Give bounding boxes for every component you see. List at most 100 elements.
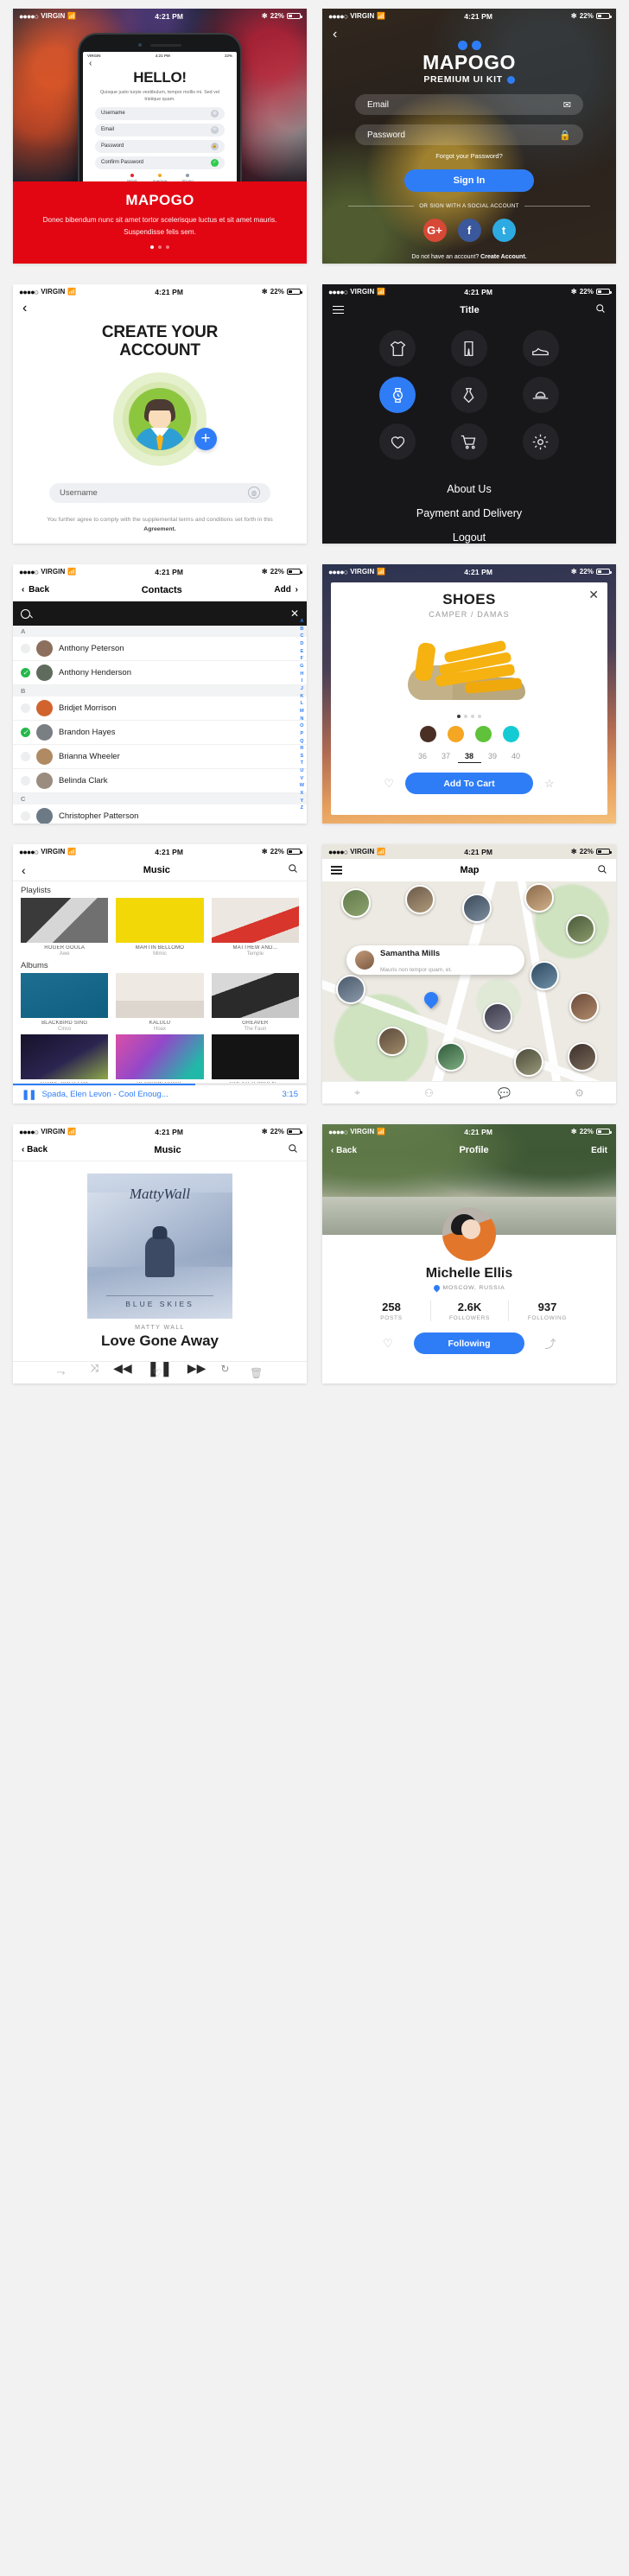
alphabet-index[interactable]: ABCDEFGHIJKLMNOPQRSTUVWXYZ — [300, 618, 304, 812]
tile-hat-icon[interactable] — [522, 377, 559, 413]
alphabet-letter[interactable]: U — [300, 767, 303, 775]
alphabet-letter[interactable]: T — [301, 760, 303, 767]
alphabet-letter[interactable]: O — [300, 722, 303, 730]
list-item[interactable]: Bridjet Morrison — [13, 696, 307, 721]
list-item[interactable]: Anthony Peterson — [13, 637, 307, 661]
alphabet-letter[interactable]: V — [300, 775, 303, 783]
edit-button[interactable]: Edit — [591, 1146, 607, 1155]
size-option[interactable]: 39 — [481, 750, 505, 763]
password-field[interactable]: Password 🔒 — [95, 139, 225, 153]
alphabet-letter[interactable]: B — [300, 626, 303, 633]
map-photo-marker[interactable] — [524, 883, 554, 913]
map-photo-marker[interactable] — [569, 992, 599, 1021]
alphabet-letter[interactable]: L — [301, 700, 303, 708]
back-button[interactable]: ‹ — [83, 60, 237, 68]
clear-search-icon[interactable]: ✕ — [290, 607, 299, 620]
map-info-bubble[interactable]: Samantha Mills Mauris non tempor quam, e… — [346, 945, 524, 975]
list-item[interactable]: Anthony Henderson — [13, 661, 307, 685]
alphabet-letter[interactable]: R — [300, 745, 303, 753]
search-icon[interactable] — [288, 863, 298, 876]
agreement-link[interactable]: Agreement. — [143, 526, 175, 532]
alphabet-letter[interactable]: K — [300, 693, 303, 701]
tile-heart-icon[interactable] — [379, 423, 416, 460]
size-option[interactable]: 37 — [435, 750, 458, 763]
password-input[interactable]: Password 🔒 — [355, 124, 583, 145]
add-photo-button[interactable]: + — [194, 427, 217, 450]
alphabet-letter[interactable]: F — [301, 655, 303, 663]
tab-chat-icon[interactable]: 💬 — [498, 1087, 511, 1099]
map-photo-marker[interactable] — [462, 894, 492, 923]
tile-shoe-icon[interactable] — [522, 330, 559, 366]
list-item[interactable]: Christopher Patterson — [13, 805, 307, 824]
facebook-icon[interactable]: f — [457, 219, 481, 242]
album-card[interactable]: KALULU Hoax — [116, 973, 204, 1032]
star-icon[interactable]: ☆ — [544, 777, 555, 791]
tab-people-icon[interactable]: ⚇ — [424, 1087, 434, 1099]
map-photo-marker[interactable] — [514, 1047, 543, 1077]
forgot-password-link[interactable]: Forgot your Password? — [322, 152, 616, 160]
back-button[interactable]: ‹ Back — [22, 585, 49, 595]
alphabet-letter[interactable]: X — [300, 790, 303, 798]
heart-icon[interactable]: ♡ — [384, 777, 394, 791]
share-icon[interactable]: ⤳ — [57, 1366, 66, 1379]
username-input[interactable]: Username ◍ — [49, 482, 270, 503]
alphabet-letter[interactable]: I — [302, 677, 303, 685]
size-option-selected[interactable]: 38 — [457, 750, 481, 763]
search-icon[interactable] — [597, 864, 607, 877]
twitter-icon[interactable]: t — [492, 219, 516, 242]
following-button[interactable]: Following — [414, 1333, 524, 1354]
stat-following[interactable]: 937 FOLLOWING — [508, 1301, 586, 1321]
menu-icon[interactable] — [333, 305, 344, 315]
album-card[interactable]: GREATER PYREN... — [211, 1034, 299, 1087]
menu-item-logout[interactable]: Logout — [322, 525, 616, 544]
sign-in-button[interactable]: Sign In — [404, 169, 534, 192]
list-item[interactable]: Belinda Clark — [13, 769, 307, 793]
tab-location-icon[interactable]: ⌖ — [354, 1086, 360, 1099]
alphabet-letter[interactable]: A — [300, 618, 303, 626]
list-item[interactable]: Brianna Wheeler — [13, 745, 307, 769]
map-photo-marker[interactable] — [568, 1042, 597, 1072]
avatar[interactable] — [442, 1207, 496, 1261]
alphabet-letter[interactable]: G — [300, 663, 303, 671]
map-photo-marker[interactable] — [378, 1027, 407, 1056]
heart-icon[interactable]: ♡ — [153, 1367, 162, 1379]
back-button[interactable]: ‹ — [13, 299, 307, 318]
tile-cart-icon[interactable] — [450, 423, 487, 460]
menu-icon[interactable] — [331, 866, 342, 875]
alphabet-letter[interactable]: Q — [300, 738, 303, 746]
back-button[interactable]: ‹ Back — [331, 1146, 357, 1155]
album-card[interactable]: DECISION SPACE — [116, 1034, 204, 1087]
map-photo-marker[interactable] — [405, 885, 435, 914]
map-canvas[interactable]: Samantha Mills Mauris non tempor quam, e… — [322, 881, 616, 1081]
map-photo-marker[interactable] — [566, 914, 595, 944]
album-card[interactable]: GREAVER The Faun — [211, 973, 299, 1032]
back-button[interactable]: ‹ — [322, 23, 616, 42]
add-to-cart-button[interactable]: Add To Cart — [405, 773, 533, 794]
playlist-card[interactable]: MARTIN BELLOMO Mimic — [116, 898, 204, 957]
alphabet-letter[interactable]: D — [300, 640, 303, 648]
alphabet-letter[interactable]: Z — [301, 805, 303, 812]
tile-pants-icon[interactable] — [450, 330, 487, 366]
list-item[interactable]: Brandon Hayes — [13, 721, 307, 745]
menu-item-about-us[interactable]: About Us — [322, 477, 616, 501]
add-button[interactable]: Add › — [274, 585, 298, 595]
album-card[interactable]: BLACKBIRD SING Cinco — [21, 973, 109, 1032]
menu-item-payment-delivery[interactable]: Payment and Delivery — [322, 501, 616, 525]
now-playing-bar[interactable]: ❚❚ Spada, Elen Levon - Cool Enoug... 3:1… — [13, 1083, 307, 1104]
alphabet-letter[interactable]: E — [300, 648, 303, 656]
swatch-orange[interactable] — [447, 726, 464, 742]
pause-icon[interactable]: ❚❚ — [22, 1089, 36, 1100]
alphabet-letter[interactable]: J — [301, 685, 303, 693]
carousel-pager[interactable] — [29, 245, 291, 249]
map-photo-marker[interactable] — [483, 1002, 512, 1032]
search-icon[interactable] — [288, 1143, 298, 1156]
delete-icon[interactable]: 🗑 — [250, 1367, 263, 1379]
alphabet-letter[interactable]: Y — [300, 798, 303, 805]
alphabet-letter[interactable]: P — [300, 730, 303, 738]
alphabet-letter[interactable]: M — [300, 708, 304, 716]
create-account-link[interactable]: Create Account. — [480, 254, 526, 260]
alphabet-letter[interactable]: H — [300, 671, 303, 678]
back-button[interactable]: ‹ — [22, 863, 26, 877]
confirm-password-field[interactable]: Confirm Password ✓ — [95, 156, 225, 169]
map-photo-marker[interactable] — [436, 1042, 466, 1072]
